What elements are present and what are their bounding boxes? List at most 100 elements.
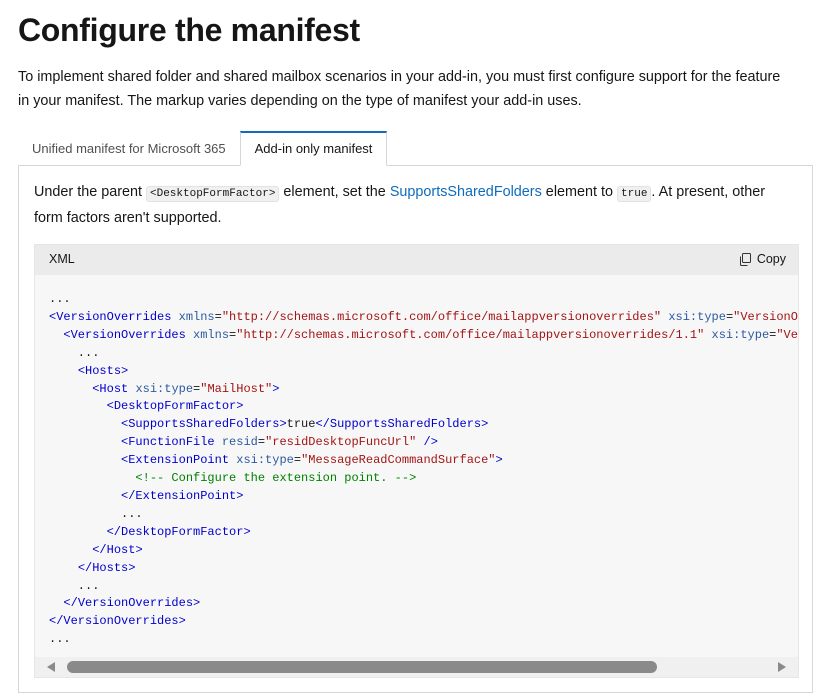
panel-text-b: element, set the xyxy=(279,184,390,200)
code-content[interactable]: ... <VersionOverrides xmlns="http://sche… xyxy=(49,291,798,649)
tab-panel: Under the parent <DesktopFormFactor> ele… xyxy=(18,165,813,693)
panel-text-c: element to xyxy=(541,184,618,200)
scroll-right-arrow-icon[interactable] xyxy=(778,662,786,672)
supportssharedfolders-link[interactable]: SupportsSharedFolders xyxy=(390,184,542,200)
code-line: <DesktopFormFactor> xyxy=(49,399,244,414)
code-token-com: <!-- Configure the extension point. --> xyxy=(135,471,417,486)
code-line: <VersionOverrides xmlns="http://schemas.… xyxy=(49,327,798,342)
manifest-tabs: Unified manifest for Microsoft 365 Add-i… xyxy=(18,131,388,166)
code-token-attr: xmlns xyxy=(193,327,230,342)
copy-button[interactable]: Copy xyxy=(739,252,786,266)
code-token-punct: </ xyxy=(63,596,78,611)
code-token-tag: DesktopFormFactor xyxy=(121,524,244,539)
panel-line-1: Under the parent <DesktopFormFactor> ele… xyxy=(34,180,804,206)
code-token-punct: /> xyxy=(423,435,438,450)
code-line: </VersionOverrides> xyxy=(49,614,186,628)
code-language-label: XML xyxy=(49,252,75,266)
code-token-str: "MessageReadCommandSurface" xyxy=(301,453,496,468)
scrollbar-thumb[interactable] xyxy=(67,661,657,673)
code-token-text: ... xyxy=(49,292,71,306)
code-token-text: = xyxy=(214,309,222,324)
panel-line-2: form factors aren't supported. xyxy=(34,210,222,226)
code-line: </Hosts> xyxy=(49,560,136,575)
scroll-left-arrow-icon[interactable] xyxy=(47,662,55,672)
code-token-attr: xmlns xyxy=(178,309,215,324)
code-token-punct: </ xyxy=(49,614,64,629)
code-token-attr: resid xyxy=(221,435,258,450)
code-token-tag: DesktopFormFactor xyxy=(113,399,237,414)
code-token-attr: xsi:type xyxy=(135,381,194,396)
page-title: Configure the manifest xyxy=(18,12,360,48)
code-token-text: ... xyxy=(49,632,71,647)
code-token-attr: xsi:type xyxy=(711,327,770,342)
code-token-tag: Hosts xyxy=(85,363,122,378)
code-token-punct: < xyxy=(106,399,114,414)
code-header: XML Copy xyxy=(35,245,798,275)
tab-unified-manifest[interactable]: Unified manifest for Microsoft 365 xyxy=(18,131,240,166)
code-line: <Hosts> xyxy=(49,364,128,378)
code-token-punct: > xyxy=(236,399,244,414)
intro-line-2: in your manifest. The markup varies depe… xyxy=(18,93,582,109)
panel-text-d: . At present, other xyxy=(651,184,766,200)
copy-label: Copy xyxy=(756,252,786,266)
code-token-punct: > xyxy=(128,560,136,575)
code-token-tag: VersionOverrides xyxy=(77,596,194,611)
code-line: <Host xsi:type="MailHost"> xyxy=(49,382,279,396)
horizontal-scrollbar[interactable] xyxy=(35,657,798,677)
code-token-punct: </ xyxy=(315,417,330,432)
code-line: ... xyxy=(49,579,100,593)
code-token-punct: > xyxy=(495,453,503,468)
code-token-punct: > xyxy=(279,417,287,432)
code-token-punct: > xyxy=(272,381,280,396)
code-token-punct: </ xyxy=(77,560,93,575)
code-token-str: "residDesktopFuncUrl" xyxy=(265,435,417,450)
intro-line-1: To implement shared folder and shared ma… xyxy=(18,69,781,85)
code-token-str: "http://schemas.microsoft.com/office/mai… xyxy=(236,327,705,342)
code-token-punct: > xyxy=(135,542,143,557)
code-line: <SupportsSharedFolders>true</SupportsSha… xyxy=(49,417,488,431)
code-token-punct: > xyxy=(236,488,244,503)
code-line: </Host> xyxy=(49,542,143,557)
code-token-punct: </ xyxy=(92,542,107,557)
code-token-tag: ExtensionPoint xyxy=(135,488,237,503)
code-token-tag: SupportsSharedFolders xyxy=(329,417,482,432)
code-line: ... xyxy=(49,632,71,646)
code-line: ... xyxy=(49,507,143,521)
code-token-tag: ExtensionPoint xyxy=(128,453,230,468)
code-token-tag: VersionOverrides xyxy=(70,327,186,342)
panel-text-a: Under the parent xyxy=(34,184,146,200)
code-token-punct: </ xyxy=(121,488,136,503)
code-token-text: true xyxy=(286,417,316,432)
code-token-punct: > xyxy=(481,417,489,432)
code-line: <FunctionFile resid="residDesktopFuncUrl… xyxy=(49,435,438,449)
code-line: ... xyxy=(49,292,71,306)
code-token-punct: > xyxy=(243,524,251,539)
intro-paragraph: To implement shared folder and shared ma… xyxy=(18,65,818,113)
code-token-punct: < xyxy=(77,363,86,378)
code-line: <ExtensionPoint xsi:type="MessageReadCom… xyxy=(49,453,503,467)
code-token-tag: Host xyxy=(106,542,136,557)
code-token-tag: Hosts xyxy=(92,560,129,575)
code-token-str: "MailHost" xyxy=(200,381,273,396)
code-token-str: "http://schemas.microsoft.com/office/mai… xyxy=(221,309,662,324)
code-token-tag: VersionOverrides xyxy=(63,614,179,629)
tab-add-in-only-manifest[interactable]: Add-in only manifest xyxy=(239,131,388,166)
code-token-punct: > xyxy=(193,596,201,611)
code-line: <!-- Configure the extension point. --> xyxy=(49,471,416,485)
code-token-tag: VersionOverrides xyxy=(56,309,172,324)
inline-code-desktopformfactor: <DesktopFormFactor> xyxy=(146,186,280,202)
panel-description: Under the parent <DesktopFormFactor> ele… xyxy=(34,180,804,230)
